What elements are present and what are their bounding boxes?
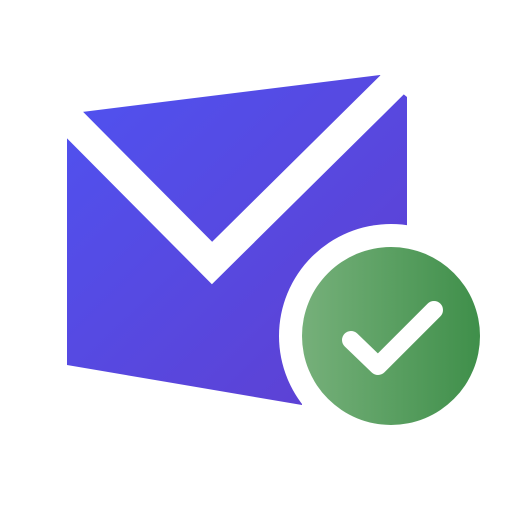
checkmark-badge-icon bbox=[279, 224, 503, 448]
app-icon-canvas bbox=[0, 0, 512, 512]
badge-circle bbox=[302, 247, 480, 425]
mail-verified-icon bbox=[59, 72, 503, 448]
